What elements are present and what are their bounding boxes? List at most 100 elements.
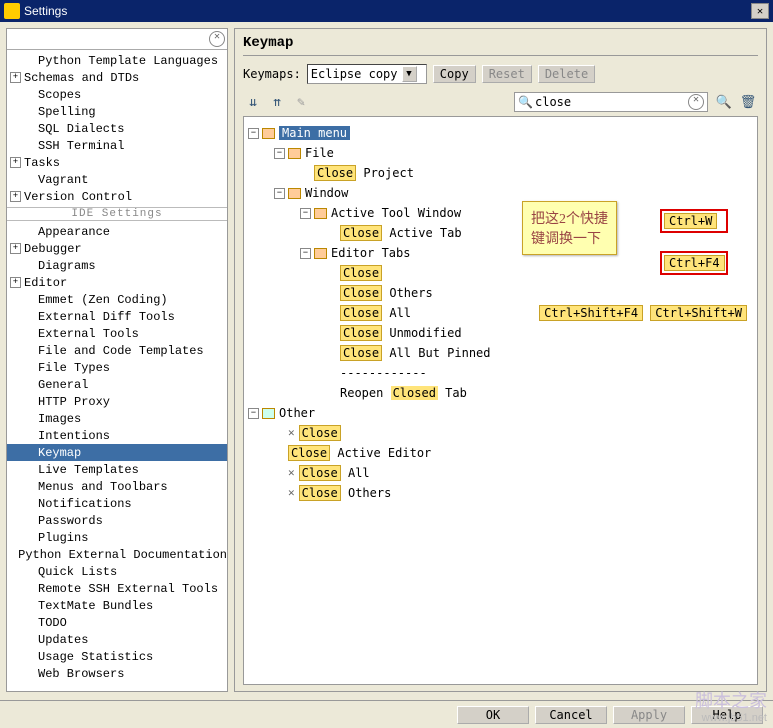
tree-collapse-icon[interactable]: −: [300, 208, 311, 219]
sidebar-item-label: Images: [38, 412, 81, 426]
sidebar-item[interactable]: Menus and Toolbars: [7, 478, 227, 495]
sidebar-item[interactable]: Diagrams: [7, 257, 227, 274]
sidebar-item[interactable]: Vagrant: [7, 171, 227, 188]
shortcut-badge: Ctrl+Shift+F4: [539, 305, 643, 321]
sidebar-search[interactable]: ✕: [7, 29, 227, 50]
action-close-project[interactable]: Close Project: [314, 166, 414, 180]
sidebar-item[interactable]: Intentions: [7, 427, 227, 444]
sidebar-item[interactable]: External Diff Tools: [7, 308, 227, 325]
sidebar-item[interactable]: Passwords: [7, 512, 227, 529]
tree-root[interactable]: Main menu: [279, 126, 350, 140]
clear-icon[interactable]: ✕: [209, 31, 225, 47]
reset-button[interactable]: Reset: [482, 65, 532, 83]
sidebar-item[interactable]: Live Templates: [7, 461, 227, 478]
sidebar-item-label: External Diff Tools: [38, 310, 175, 324]
keymaps-combo[interactable]: Eclipse copy ▼: [307, 64, 427, 84]
sidebar-item[interactable]: +Tasks: [7, 154, 227, 171]
sidebar-item[interactable]: Emmet (Zen Coding): [7, 291, 227, 308]
sidebar-item[interactable]: External Tools: [7, 325, 227, 342]
sidebar-item[interactable]: Remote SSH External Tools: [7, 580, 227, 597]
sidebar-item[interactable]: SQL Dialects: [7, 120, 227, 137]
delete-button[interactable]: Delete: [538, 65, 595, 83]
sidebar-item[interactable]: TODO: [7, 614, 227, 631]
folder-icon: [262, 408, 275, 419]
apply-button[interactable]: Apply: [613, 706, 685, 724]
collapse-all-icon[interactable]: ⇈: [269, 94, 285, 110]
action-search[interactable]: 🔍 ✕: [514, 92, 708, 112]
sidebar-item[interactable]: HTTP Proxy: [7, 393, 227, 410]
sidebar-item[interactable]: General: [7, 376, 227, 393]
action-close-others[interactable]: Close Others: [340, 286, 433, 300]
tree-node-active-tool-window[interactable]: Active Tool Window: [331, 206, 461, 220]
action-other-close-others[interactable]: Close Others: [299, 486, 392, 500]
tree-collapse-icon[interactable]: −: [248, 408, 259, 419]
action-other-close[interactable]: Close: [299, 426, 341, 440]
tree-node-window[interactable]: Window: [305, 186, 348, 200]
expand-icon[interactable]: +: [10, 157, 21, 168]
main-pane: Keymap Keymaps: Eclipse copy ▼ Copy Rese…: [234, 28, 767, 692]
action-search-input[interactable]: [535, 95, 688, 109]
find-shortcut-icon[interactable]: 🔍: [716, 94, 732, 110]
tree-collapse-icon[interactable]: −: [248, 128, 259, 139]
sidebar-item[interactable]: Python External Documentation: [7, 546, 227, 563]
sidebar-item[interactable]: +Schemas and DTDs: [7, 69, 227, 86]
expand-all-icon[interactable]: ⇊: [245, 94, 261, 110]
sidebar-item[interactable]: Images: [7, 410, 227, 427]
sidebar-item-label: External Tools: [38, 327, 139, 341]
clear-search-icon[interactable]: ✕: [688, 94, 704, 110]
ok-button[interactable]: OK: [457, 706, 529, 724]
expand-icon[interactable]: +: [10, 277, 21, 288]
action-other-close-active-editor[interactable]: Close Active Editor: [288, 446, 431, 460]
close-icon[interactable]: ×: [751, 3, 769, 19]
sidebar-item[interactable]: File and Code Templates: [7, 342, 227, 359]
titlebar: Settings ×: [0, 0, 773, 22]
sidebar-item-label: Vagrant: [38, 173, 88, 187]
expand-icon[interactable]: +: [10, 72, 21, 83]
tree-node-editor-tabs[interactable]: Editor Tabs: [331, 246, 410, 260]
sidebar-item-label: Live Templates: [38, 463, 139, 477]
action-close-active-tab[interactable]: Close Active Tab: [340, 226, 462, 240]
action-close-unmodified[interactable]: Close Unmodified: [340, 326, 462, 340]
tree-collapse-icon[interactable]: −: [274, 188, 285, 199]
action-reopen-closed-tab[interactable]: Reopen Closed Tab: [340, 386, 467, 400]
copy-button[interactable]: Copy: [433, 65, 476, 83]
tree-node-other[interactable]: Other: [279, 406, 315, 420]
sidebar-item[interactable]: +Version Control: [7, 188, 227, 205]
sidebar-item[interactable]: Updates: [7, 631, 227, 648]
sidebar-item[interactable]: SSH Terminal: [7, 137, 227, 154]
cancel-button[interactable]: Cancel: [535, 706, 607, 724]
sidebar-item[interactable]: Spelling: [7, 103, 227, 120]
tree-collapse-icon[interactable]: −: [300, 248, 311, 259]
trash-icon[interactable]: 🗑: [740, 94, 756, 110]
folder-icon: [314, 208, 327, 219]
sidebar-item[interactable]: Web Browsers: [7, 665, 227, 682]
tree-node-file[interactable]: File: [305, 146, 334, 160]
tree-collapse-icon[interactable]: −: [274, 148, 285, 159]
sidebar-item[interactable]: Appearance: [7, 223, 227, 240]
sidebar-item-label: HTTP Proxy: [38, 395, 110, 409]
action-other-close-all[interactable]: Close All: [299, 466, 370, 480]
sidebar-item-label: Editor: [24, 276, 67, 290]
action-close-all-but-pinned[interactable]: Close All But Pinned: [340, 346, 491, 360]
edit-icon[interactable]: ✎: [293, 94, 309, 110]
sidebar-item[interactable]: Usage Statistics: [7, 648, 227, 665]
action-close[interactable]: Close: [340, 266, 382, 280]
sidebar-item-label: Notifications: [38, 497, 132, 511]
sidebar-item[interactable]: +Debugger: [7, 240, 227, 257]
sidebar-item[interactable]: Notifications: [7, 495, 227, 512]
sidebar-item[interactable]: File Types: [7, 359, 227, 376]
sidebar-item[interactable]: Quick Lists: [7, 563, 227, 580]
expand-icon[interactable]: +: [10, 191, 21, 202]
sidebar-item[interactable]: +Editor: [7, 274, 227, 291]
action-close-all[interactable]: Close All: [340, 306, 411, 320]
sidebar-item[interactable]: Scopes: [7, 86, 227, 103]
sidebar-item[interactable]: Python Template Languages: [7, 52, 227, 69]
expand-icon[interactable]: +: [10, 243, 21, 254]
sidebar-item[interactable]: Keymap: [7, 444, 227, 461]
help-button[interactable]: Help: [691, 706, 763, 724]
sidebar-search-input[interactable]: [9, 31, 209, 47]
annotation-callout: 把这2个快捷 键调换一下: [522, 201, 617, 255]
sidebar-item[interactable]: TextMate Bundles: [7, 597, 227, 614]
chevron-down-icon[interactable]: ▼: [402, 66, 417, 82]
sidebar-item[interactable]: Plugins: [7, 529, 227, 546]
